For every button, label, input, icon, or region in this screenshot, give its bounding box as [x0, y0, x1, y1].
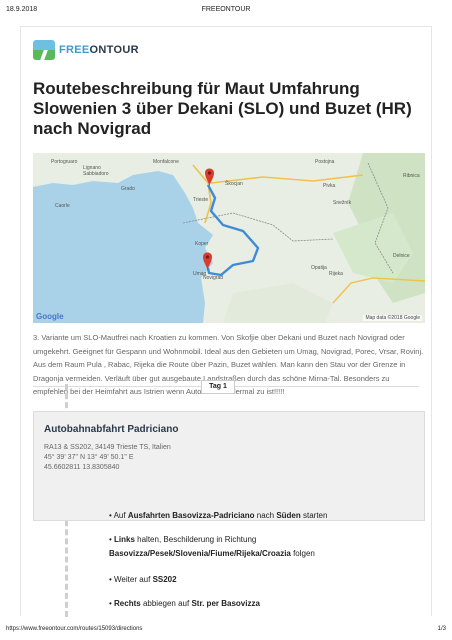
- map-label-portogruaro: Portogruaro: [51, 159, 78, 165]
- direction-step: • Rechts abbiegen auf Str. per Basovizza: [109, 599, 260, 608]
- route-card: FREEONTOUR Routebeschreibung für Maut Um…: [20, 26, 432, 617]
- map-label-novigrad: Novigrad: [203, 275, 224, 281]
- direction-step: • Links halten, Beschilderung in Richtun…: [109, 535, 315, 558]
- stop-coordinates-dms: 45° 39' 37'' N 13° 49' 50.1'' E: [44, 454, 134, 461]
- stop-card: Autobahnabfahrt Padriciano RA13 & SS202,…: [33, 411, 425, 521]
- map-label-ribnica: Ribnica: [403, 173, 420, 179]
- freeontour-logo[interactable]: FREEONTOUR: [33, 39, 139, 61]
- google-logo: Google: [36, 312, 64, 321]
- print-url: https://www.freeontour.com/routes/15093/…: [6, 626, 143, 632]
- map-label-grado: Grado: [121, 186, 135, 192]
- print-site-name: FREEONTOUR: [201, 6, 251, 13]
- direction-step: • Auf Ausfahrten Basovizza-Padriciano na…: [109, 511, 328, 520]
- map-label-caorle: Caorle: [55, 203, 70, 209]
- logo-text: FREEONTOUR: [59, 44, 139, 56]
- map-graphic: [33, 153, 425, 323]
- map-label-postojna: Postojna: [315, 159, 335, 165]
- map-label-delnice: Delnice: [393, 253, 410, 259]
- print-header: 18.9.2018 FREEONTOUR: [6, 6, 446, 16]
- map-label-opatija: Opatija: [311, 265, 327, 271]
- page-title: Routebeschreibung für Maut Umfahrung Slo…: [33, 79, 412, 138]
- map-label-monfalcone: Monfalcone: [153, 159, 179, 165]
- map-copyright: Map data ©2018 Google: [363, 315, 422, 321]
- map-label-pivka: Pivka: [323, 183, 336, 189]
- map-label-lignano: Lignano Sabbiadoro: [83, 165, 109, 177]
- stop-coordinates-decimal: 45.6602811 13.8305840: [44, 464, 120, 471]
- stop-title: Autobahnabfahrt Padriciano: [44, 424, 179, 435]
- logo-icon: [33, 40, 55, 60]
- map-label-rijeka: Rijeka: [329, 271, 343, 277]
- map-label-skocjan: Škocjan: [225, 181, 243, 187]
- direction-step: • Weiter auf SS202: [109, 575, 177, 584]
- map-label-koper: Koper: [195, 241, 209, 247]
- print-date: 18.9.2018: [6, 6, 38, 13]
- print-footer: https://www.freeontour.com/routes/15093/…: [6, 626, 446, 636]
- map-label-sneznik: Snežník: [333, 200, 352, 206]
- day-badge: Tag 1: [201, 380, 235, 394]
- map-label-trieste: Trieste: [193, 197, 209, 203]
- route-map[interactable]: Monfalcone Portogruaro Lignano Sabbiador…: [33, 153, 425, 323]
- stop-address: RA13 & SS202, 34149 Trieste TS, Italien: [44, 444, 171, 451]
- print-page-number: 1/3: [437, 626, 446, 632]
